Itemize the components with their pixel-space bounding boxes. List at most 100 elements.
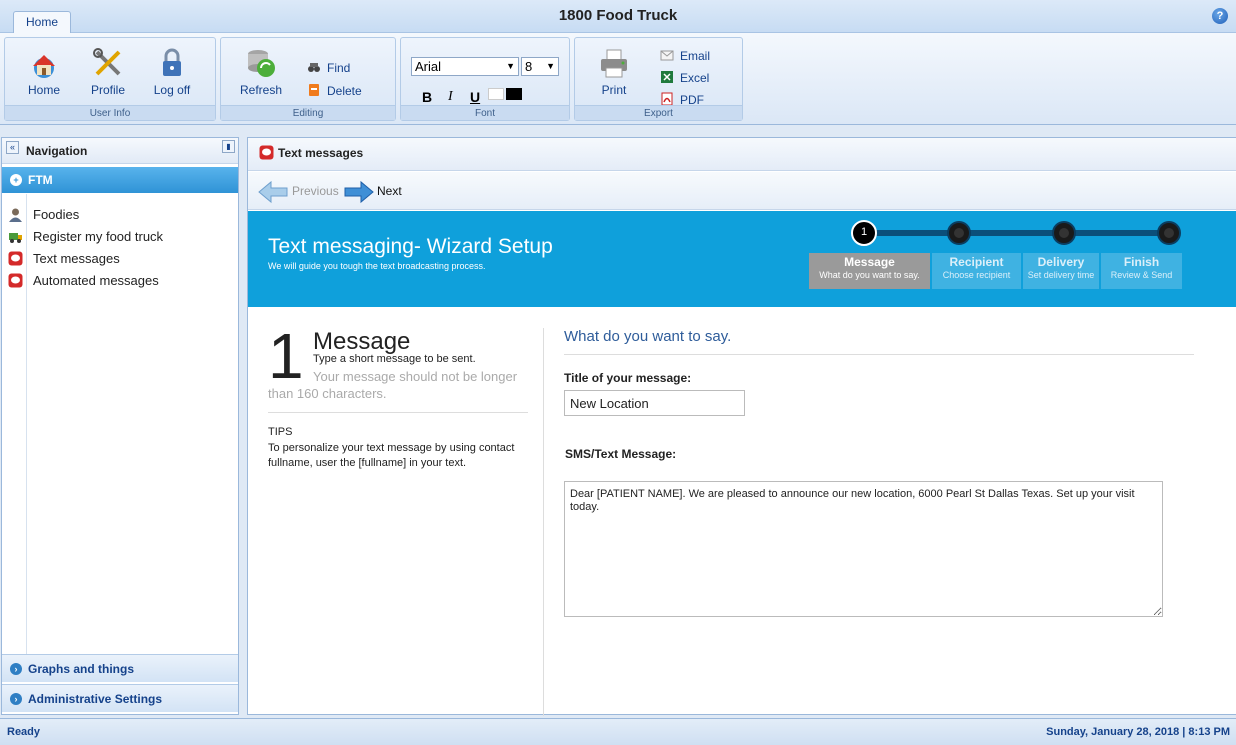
nav-section-ftm[interactable]: + FTM: [2, 167, 238, 193]
step-tab-recipient[interactable]: Recipient Choose recipient: [932, 253, 1021, 289]
nav-item-foodies[interactable]: Foodies: [8, 205, 79, 225]
ribbon-group-label: Editing: [221, 105, 395, 120]
chevron-down-icon: ▼: [546, 61, 555, 71]
arrow-right-icon: [344, 180, 374, 204]
arrow-right-circle-icon: ›: [10, 663, 22, 675]
font-family-value: Arial: [415, 59, 442, 74]
title-field-label: Title of your message:: [564, 371, 692, 385]
email-button-label: Email: [680, 49, 711, 63]
excel-button-label: Excel: [680, 71, 710, 85]
logoff-button-label: Log off: [153, 83, 191, 97]
nav-item-label: Text messages: [33, 251, 120, 266]
find-button[interactable]: Find: [307, 59, 350, 77]
step-tab-message[interactable]: Message What do you want to say.: [809, 253, 930, 289]
sms-icon: [259, 145, 274, 160]
nav-section-graphs[interactable]: › Graphs and things: [2, 654, 238, 682]
refresh-button[interactable]: Refresh: [231, 46, 291, 102]
nav-section-graphs-label: Graphs and things: [28, 662, 135, 676]
ribbon-group-label: User Info: [5, 105, 215, 120]
nav-item-text-messages[interactable]: Text messages: [8, 249, 120, 269]
previous-button[interactable]: Previous: [257, 178, 339, 204]
ribbon-group-label: Export: [575, 105, 742, 120]
status-text: Ready: [7, 726, 41, 738]
main-panel: Text messages Previous Next Text messagi…: [247, 137, 1236, 716]
truck-icon: [9, 233, 22, 243]
logoff-button[interactable]: Log off: [142, 46, 202, 102]
lock-icon: [163, 48, 181, 76]
title-input[interactable]: [564, 390, 745, 416]
nav-list: Foodies Register my food truck Text mess…: [2, 194, 238, 654]
print-button-label: Print: [601, 83, 627, 97]
delete-button[interactable]: Delete: [307, 82, 362, 100]
binoculars-icon: [308, 63, 320, 72]
wizard-title: Text messaging- Wizard Setup: [268, 235, 553, 258]
next-button[interactable]: Next: [343, 178, 413, 204]
step-tab-title: Message: [844, 255, 895, 269]
divider: [564, 354, 1194, 355]
pin-icon[interactable]: ▮: [222, 140, 235, 153]
nav-item-label: Register my food truck: [33, 229, 164, 244]
profile-button[interactable]: Profile: [78, 46, 138, 102]
home-button[interactable]: Home: [14, 46, 74, 102]
status-bar: Ready Sunday, January 28, 2018 | 8:13 PM: [0, 718, 1236, 745]
ribbon: Home Profile Log off User Info Refresh F…: [0, 33, 1236, 125]
sms-textarea[interactable]: Dear [PATIENT NAME]. We are pleased to a…: [564, 481, 1163, 617]
navigation-panel: « Navigation ▮ + FTM Foodies Register my…: [1, 137, 239, 715]
help-icon[interactable]: ?: [1212, 8, 1228, 24]
ribbon-group-user-info: Home Profile Log off User Info: [4, 37, 216, 121]
home-button-label: Home: [27, 83, 60, 97]
title-bar: Home 1800 Food Truck ?: [0, 0, 1236, 34]
sms-field-label: SMS/Text Message:: [565, 447, 677, 461]
font-size-value: 8: [525, 59, 533, 74]
italic-button[interactable]: I: [448, 89, 453, 105]
underline-button[interactable]: U: [470, 89, 480, 105]
find-button-label: Find: [327, 61, 351, 75]
nav-item-automated-messages[interactable]: Automated messages: [8, 271, 159, 291]
step-tab-finish[interactable]: Finish Review & Send: [1101, 253, 1182, 289]
ribbon-group-export: Print Email Excel PDF Export: [574, 37, 743, 121]
step-dot-4: [1157, 221, 1181, 245]
ribbon-group-editing: Refresh Find Delete Editing: [220, 37, 396, 121]
email-button[interactable]: Email: [660, 47, 710, 65]
page-title: Text messages: [278, 146, 364, 160]
next-button-label: Next: [377, 184, 402, 198]
nav-item-label: Foodies: [33, 207, 80, 222]
home-icon: [33, 55, 55, 78]
refresh-button-label: Refresh: [239, 83, 283, 97]
delete-icon: [309, 84, 319, 96]
excel-button[interactable]: Excel: [660, 69, 709, 87]
step-tab-subtitle: What do you want to say.: [819, 270, 920, 280]
nav-section-admin[interactable]: › Administrative Settings: [2, 684, 238, 712]
font-color-swatch[interactable]: [506, 88, 522, 100]
wizard-subtitle: We will guide you tough the text broadca…: [268, 261, 486, 271]
sms-icon: [8, 273, 23, 288]
nav-section-ftm-label: FTM: [28, 173, 53, 187]
nav-item-register-truck[interactable]: Register my food truck: [8, 227, 163, 247]
profile-button-label: Profile: [90, 83, 125, 97]
font-family-select[interactable]: Arial ▼: [411, 57, 519, 76]
step-tab-title: Finish: [1123, 255, 1160, 269]
navigation-title: Navigation: [26, 144, 88, 158]
ribbon-group-font: Arial ▼ 8 ▼ B I U Font: [400, 37, 570, 121]
step-tab-subtitle: Choose recipient: [942, 270, 1011, 280]
step-note: Your message should not be longer than 1…: [268, 369, 518, 401]
background-color-swatch[interactable]: [488, 88, 504, 100]
step-tab-subtitle: Set delivery time: [1027, 270, 1095, 280]
font-size-select[interactable]: 8 ▼: [521, 57, 559, 76]
collapse-icon[interactable]: «: [6, 141, 19, 154]
print-button[interactable]: Print: [584, 46, 644, 102]
navigation-header: « Navigation ▮: [2, 138, 238, 164]
wizard-banner: Text messaging- Wizard Setup We will gui…: [248, 211, 1236, 307]
chevron-down-icon: ▼: [506, 61, 515, 71]
app-title: 1800 Food Truck: [558, 7, 678, 24]
bold-button[interactable]: B: [422, 89, 432, 105]
printer-icon: [601, 49, 627, 78]
email-icon: [660, 50, 674, 61]
status-datetime: Sunday, January 28, 2018 | 8:13 PM: [1046, 726, 1230, 738]
column-divider: [543, 328, 544, 716]
step-tab-delivery[interactable]: Delivery Set delivery time: [1023, 253, 1099, 289]
tools-icon: [93, 48, 121, 76]
step-tab-title: Delivery: [1037, 255, 1085, 269]
tips-label: TIPS: [268, 426, 293, 438]
main-header: Text messages: [248, 138, 1236, 171]
